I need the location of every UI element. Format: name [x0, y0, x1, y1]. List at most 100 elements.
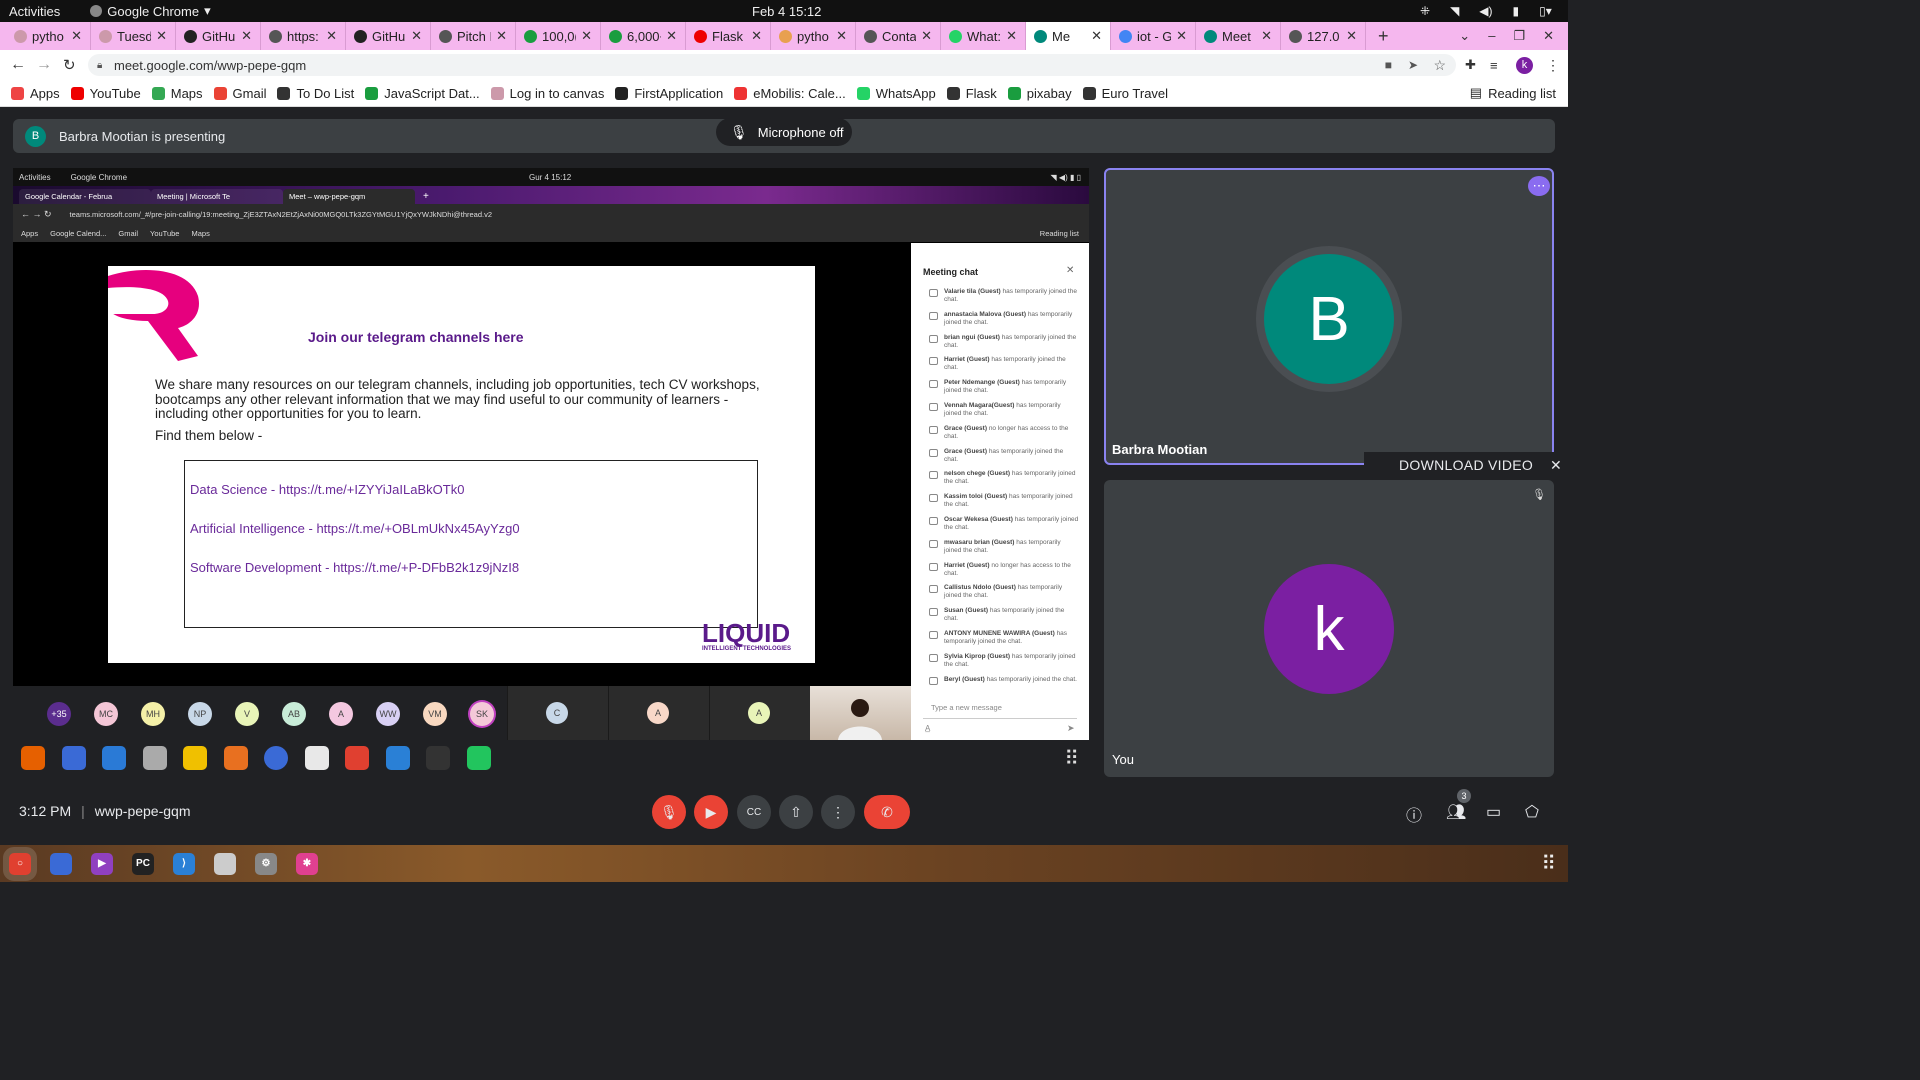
format-icon[interactable]: A̲: [925, 724, 930, 733]
slack-icon[interactable]: ✱: [296, 852, 318, 875]
bookmark-item[interactable]: eMobilis: Cale...: [734, 86, 846, 101]
mic-toggle-button[interactable]: 🎙︎: [652, 795, 686, 829]
tab-close-icon[interactable]: ✕: [751, 28, 762, 44]
camera-toggle-button[interactable]: ▶: [694, 795, 728, 829]
bookmark-item[interactable]: Flask: [946, 86, 997, 101]
browser-tab[interactable]: 127.0 ✕: [1281, 22, 1366, 50]
people-icon[interactable]: 👥︎: [1446, 802, 1466, 822]
tab-search-icon[interactable]: ⌄: [1459, 28, 1470, 44]
media-player-icon[interactable]: ▶: [91, 852, 113, 875]
tab-close-icon[interactable]: ✕: [411, 28, 422, 44]
pycharm-icon[interactable]: PC: [132, 852, 154, 875]
chrome-app-menu[interactable]: Google Chrome ▾: [90, 3, 211, 19]
browser-tab[interactable]: iot - G ✕: [1111, 22, 1196, 50]
participant-avatar[interactable]: NP: [188, 702, 212, 726]
browser-tab[interactable]: Tuesd ✕: [91, 22, 176, 50]
bookmark-item[interactable]: Maps: [151, 86, 203, 101]
shared-screen[interactable]: Activities Google Chrome Gur 4 15:12 ◥ ◀…: [13, 168, 1089, 740]
tab-close-icon[interactable]: ✕: [921, 28, 932, 44]
files-icon[interactable]: [214, 852, 236, 875]
participant-tile[interactable]: A: [709, 686, 810, 740]
browser-tab[interactable]: What: ✕: [941, 22, 1026, 50]
bookmark-item[interactable]: WhatsApp: [856, 86, 936, 101]
camera-blocked-icon[interactable]: ■: [1385, 58, 1392, 72]
more-options-menu[interactable]: ⋮: [821, 795, 855, 829]
clock[interactable]: Feb 4 15:12: [752, 4, 821, 19]
bookmark-item[interactable]: JavaScript Dat...: [365, 86, 480, 101]
tab-close-icon[interactable]: ✕: [241, 28, 252, 44]
tab-close-icon[interactable]: ✕: [1006, 28, 1017, 44]
chat-input[interactable]: Type a new message: [923, 697, 1077, 719]
tab-close-icon[interactable]: ✕: [836, 28, 847, 44]
tab-close-icon[interactable]: ✕: [496, 28, 507, 44]
settings-icon[interactable]: ⚙: [255, 852, 277, 875]
send-tab-icon[interactable]: ➤: [1408, 58, 1418, 72]
tab-close-icon[interactable]: ✕: [1176, 28, 1187, 44]
bookmark-item[interactable]: Gmail: [213, 86, 266, 101]
system-tray[interactable]: ⁜ ◥ ◀) ▮ ▯▾: [1420, 4, 1552, 18]
participant-avatar[interactable]: A: [329, 702, 353, 726]
media-icon[interactable]: ≡: [1490, 58, 1498, 73]
browser-tab[interactable]: https: ✕: [261, 22, 346, 50]
tab-close-icon[interactable]: ✕: [156, 28, 167, 44]
chat-icon[interactable]: ▭: [1486, 802, 1501, 822]
vscode-icon[interactable]: ⟩: [173, 852, 195, 875]
minimize-icon[interactable]: –: [1488, 28, 1495, 44]
browser-tab[interactable]: Me ✕: [1026, 22, 1111, 50]
chat-close-icon[interactable]: ✕: [1066, 265, 1074, 276]
bookmark-item[interactable]: YouTube: [70, 86, 141, 101]
browser-tab[interactable]: Pitch I ✕: [431, 22, 516, 50]
activities-icon[interactable]: ⬠: [1525, 802, 1539, 822]
participant-tile[interactable]: C: [507, 686, 608, 740]
participant-avatar[interactable]: MC: [94, 702, 118, 726]
leave-call-button[interactable]: ✆: [864, 795, 910, 829]
download-video-bar[interactable]: DOWNLOAD VIDEO ✕: [1364, 452, 1568, 478]
bookmark-item[interactable]: Log in to canvas: [490, 86, 604, 101]
extensions-icon[interactable]: ✚: [1465, 57, 1476, 73]
browser-tab[interactable]: pytho ✕: [771, 22, 856, 50]
participant-avatar[interactable]: WW: [376, 702, 400, 726]
chrome-menu-icon[interactable]: ⋮: [1546, 57, 1560, 74]
info-icon[interactable]: ⓘ: [1406, 802, 1422, 826]
tab-close-icon[interactable]: ✕: [666, 28, 677, 44]
profile-avatar[interactable]: k: [1516, 56, 1533, 74]
tab-close-icon[interactable]: ✕: [326, 28, 337, 44]
participant-avatar[interactable]: MH: [141, 702, 165, 726]
bookmark-item[interactable]: To Do List: [277, 86, 354, 101]
back-arrow-icon[interactable]: ←: [10, 56, 26, 74]
reload-icon[interactable]: ↻: [63, 56, 76, 74]
new-tab-icon[interactable]: +: [1378, 26, 1389, 47]
activities-button[interactable]: Activities: [9, 4, 60, 19]
bookmark-item[interactable]: Euro Travel: [1082, 86, 1168, 101]
browser-tab[interactable]: Meet ✕: [1196, 22, 1281, 50]
participant-tile-presenter[interactable]: B Barbra Mootian ⋯: [1104, 168, 1554, 465]
star-icon[interactable]: ☆: [1433, 57, 1446, 74]
tab-close-icon[interactable]: ✕: [71, 28, 82, 44]
tab-close-icon[interactable]: ✕: [1261, 28, 1272, 44]
browser-tab[interactable]: Conta ✕: [856, 22, 941, 50]
participant-tile[interactable]: A: [608, 686, 709, 740]
more-options-button[interactable]: ⋯: [1528, 176, 1550, 196]
send-icon[interactable]: ➤: [1067, 723, 1075, 734]
tab-close-icon[interactable]: ✕: [1091, 28, 1102, 44]
maximize-icon[interactable]: ❐: [1513, 28, 1525, 44]
bookmark-item[interactable]: pixabay: [1007, 86, 1072, 101]
forward-arrow-icon[interactable]: →: [36, 56, 52, 74]
participant-avatar[interactable]: VM: [423, 702, 447, 726]
omnibox[interactable]: 🔒︎ meet.google.com/wwp-pepe-gqm ■ ➤ ☆: [88, 54, 1456, 76]
participant-tile-you[interactable]: k You 🎙︎: [1104, 480, 1554, 777]
participant-avatar[interactable]: V: [235, 702, 259, 726]
tab-close-icon[interactable]: ✕: [581, 28, 592, 44]
present-now-button[interactable]: ⇧: [779, 795, 813, 829]
telegram-link[interactable]: Software Development - https://t.me/+P-D…: [190, 560, 519, 575]
close-window-icon[interactable]: ✕: [1543, 28, 1554, 44]
chrome-icon[interactable]: ○: [3, 846, 37, 881]
video-icon[interactable]: [50, 852, 72, 875]
telegram-link[interactable]: Data Science - https://t.me/+IZYYiJaILaB…: [190, 482, 464, 497]
browser-tab[interactable]: 6,000+ ✕: [601, 22, 686, 50]
telegram-link[interactable]: Artificial Intelligence - https://t.me/+…: [190, 521, 520, 536]
captions-button[interactable]: CC: [737, 795, 771, 829]
browser-tab[interactable]: GitHu ✕: [346, 22, 431, 50]
browser-tab[interactable]: Flask I ✕: [686, 22, 771, 50]
browser-tab[interactable]: GitHu ✕: [176, 22, 261, 50]
